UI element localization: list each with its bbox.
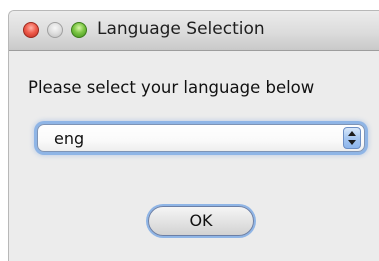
title-bar[interactable]: Language Selection: [9, 11, 379, 51]
language-prompt: Please select your language below: [28, 78, 315, 97]
window-title: Language Selection: [97, 19, 265, 39]
language-selection-window: Language Selection Please select your la…: [8, 10, 379, 261]
language-select[interactable]: eng: [37, 124, 365, 152]
up-down-arrows-icon[interactable]: [343, 127, 361, 149]
language-select-value: eng: [54, 129, 85, 148]
close-icon[interactable]: [23, 22, 39, 38]
minimize-icon[interactable]: [47, 22, 63, 38]
zoom-icon[interactable]: [71, 22, 87, 38]
ok-button[interactable]: OK: [148, 206, 254, 236]
